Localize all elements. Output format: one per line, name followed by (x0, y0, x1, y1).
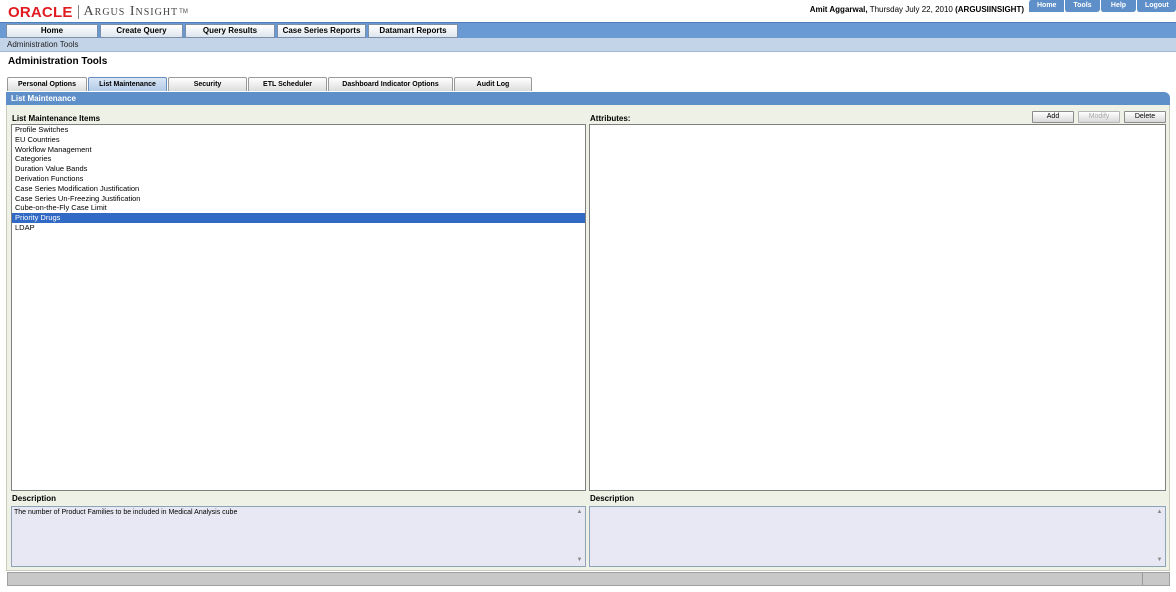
top-link-help[interactable]: Help (1100, 0, 1136, 12)
scroll-down-icon[interactable]: ▼ (575, 556, 584, 565)
list-items-label: List Maintenance Items (12, 114, 101, 123)
left-description-scrollbar[interactable]: ▲ ▼ (575, 508, 584, 565)
delete-button[interactable]: Delete (1124, 111, 1166, 123)
nav-query-results[interactable]: Query Results (185, 24, 275, 38)
tab-security[interactable]: Security (168, 77, 247, 91)
product-logo-text: Argus Insight (83, 4, 179, 19)
logo-divider (77, 5, 79, 19)
list-item[interactable]: Categories (12, 154, 585, 164)
attributes-listbox[interactable] (589, 124, 1166, 491)
list-item[interactable]: Profile Switches (12, 125, 585, 135)
tab-dashboard-indicator-options[interactable]: Dashboard Indicator Options (328, 77, 453, 91)
list-item[interactable]: Cube-on-the-Fly Case Limit (12, 203, 585, 213)
left-description-text: The number of Product Families to be inc… (14, 509, 238, 516)
trademark-mark: TM (179, 9, 188, 15)
right-description-scrollbar[interactable]: ▲ ▼ (1155, 508, 1164, 565)
user-name: Amit Aggarwal, (809, 5, 868, 14)
modify-button[interactable]: Modify (1078, 111, 1120, 123)
top-link-logout[interactable]: Logout (1136, 0, 1176, 12)
list-item[interactable]: Case Series Un-Freezing Justification (12, 194, 585, 204)
scroll-down-icon[interactable]: ▼ (1155, 556, 1164, 565)
list-maintenance-items-listbox[interactable]: Profile Switches EU Countries Workflow M… (11, 124, 586, 491)
nav-case-series-reports[interactable]: Case Series Reports (277, 24, 366, 38)
app-header: ORACLE Argus Insight TM Amit Aggarwal, T… (0, 0, 1176, 22)
nav-create-query[interactable]: Create Query (100, 24, 183, 38)
list-item[interactable]: EU Countries (12, 135, 585, 145)
tab-audit-log[interactable]: Audit Log (454, 77, 532, 91)
panel-header: List Maintenance (6, 92, 1170, 105)
scroll-up-icon[interactable]: ▲ (1155, 508, 1164, 517)
left-description-label: Description (12, 494, 57, 503)
top-links: Home Tools Help Logout (1028, 0, 1176, 12)
left-description-field[interactable]: The number of Product Families to be inc… (11, 506, 586, 567)
right-description-label: Description (590, 494, 635, 503)
list-item[interactable]: Workflow Management (12, 145, 585, 155)
nav-datamart-reports[interactable]: Datamart Reports (368, 24, 458, 38)
user-info: Amit Aggarwal, Thursday July 22, 2010 (A… (810, 5, 1024, 14)
list-item-selected[interactable]: Priority Drugs (12, 213, 585, 223)
list-item[interactable]: Case Series Modification Justification (12, 184, 585, 194)
status-divider (1142, 573, 1143, 585)
breadcrumb: Administration Tools (7, 40, 79, 49)
list-item[interactable]: Duration Value Bands (12, 164, 585, 174)
main-nav-bar: Home Create Query Query Results Case Ser… (0, 22, 1176, 38)
top-link-home[interactable]: Home (1028, 0, 1064, 12)
tab-etl-scheduler[interactable]: ETL Scheduler (248, 77, 327, 91)
current-date: Thursday July 22, 2010 (869, 5, 953, 14)
list-item[interactable]: LDAP (12, 223, 585, 233)
page-title: Administration Tools (8, 56, 108, 67)
tab-personal-options[interactable]: Personal Options (7, 77, 87, 91)
breadcrumb-bar: Administration Tools (0, 38, 1176, 52)
scroll-up-icon[interactable]: ▲ (575, 508, 584, 517)
attributes-label: Attributes: (590, 114, 631, 123)
list-item[interactable]: Derivation Functions (12, 174, 585, 184)
status-bar (7, 572, 1170, 586)
top-link-tools[interactable]: Tools (1064, 0, 1100, 12)
tab-list-maintenance[interactable]: List Maintenance (88, 77, 167, 91)
add-button[interactable]: Add (1032, 111, 1074, 123)
main-nav: Home Create Query Query Results Case Ser… (6, 24, 460, 38)
server-name: (ARGUSIINSIGHT) (955, 5, 1024, 14)
right-description-field[interactable]: ▲ ▼ (589, 506, 1166, 567)
nav-home[interactable]: Home (6, 24, 98, 38)
admin-tabs: Personal Options List Maintenance Securi… (7, 77, 533, 91)
oracle-argus-logo: ORACLE Argus Insight TM (8, 3, 188, 21)
panel-title: List Maintenance (11, 94, 76, 103)
oracle-logo-text: ORACLE (8, 3, 73, 21)
